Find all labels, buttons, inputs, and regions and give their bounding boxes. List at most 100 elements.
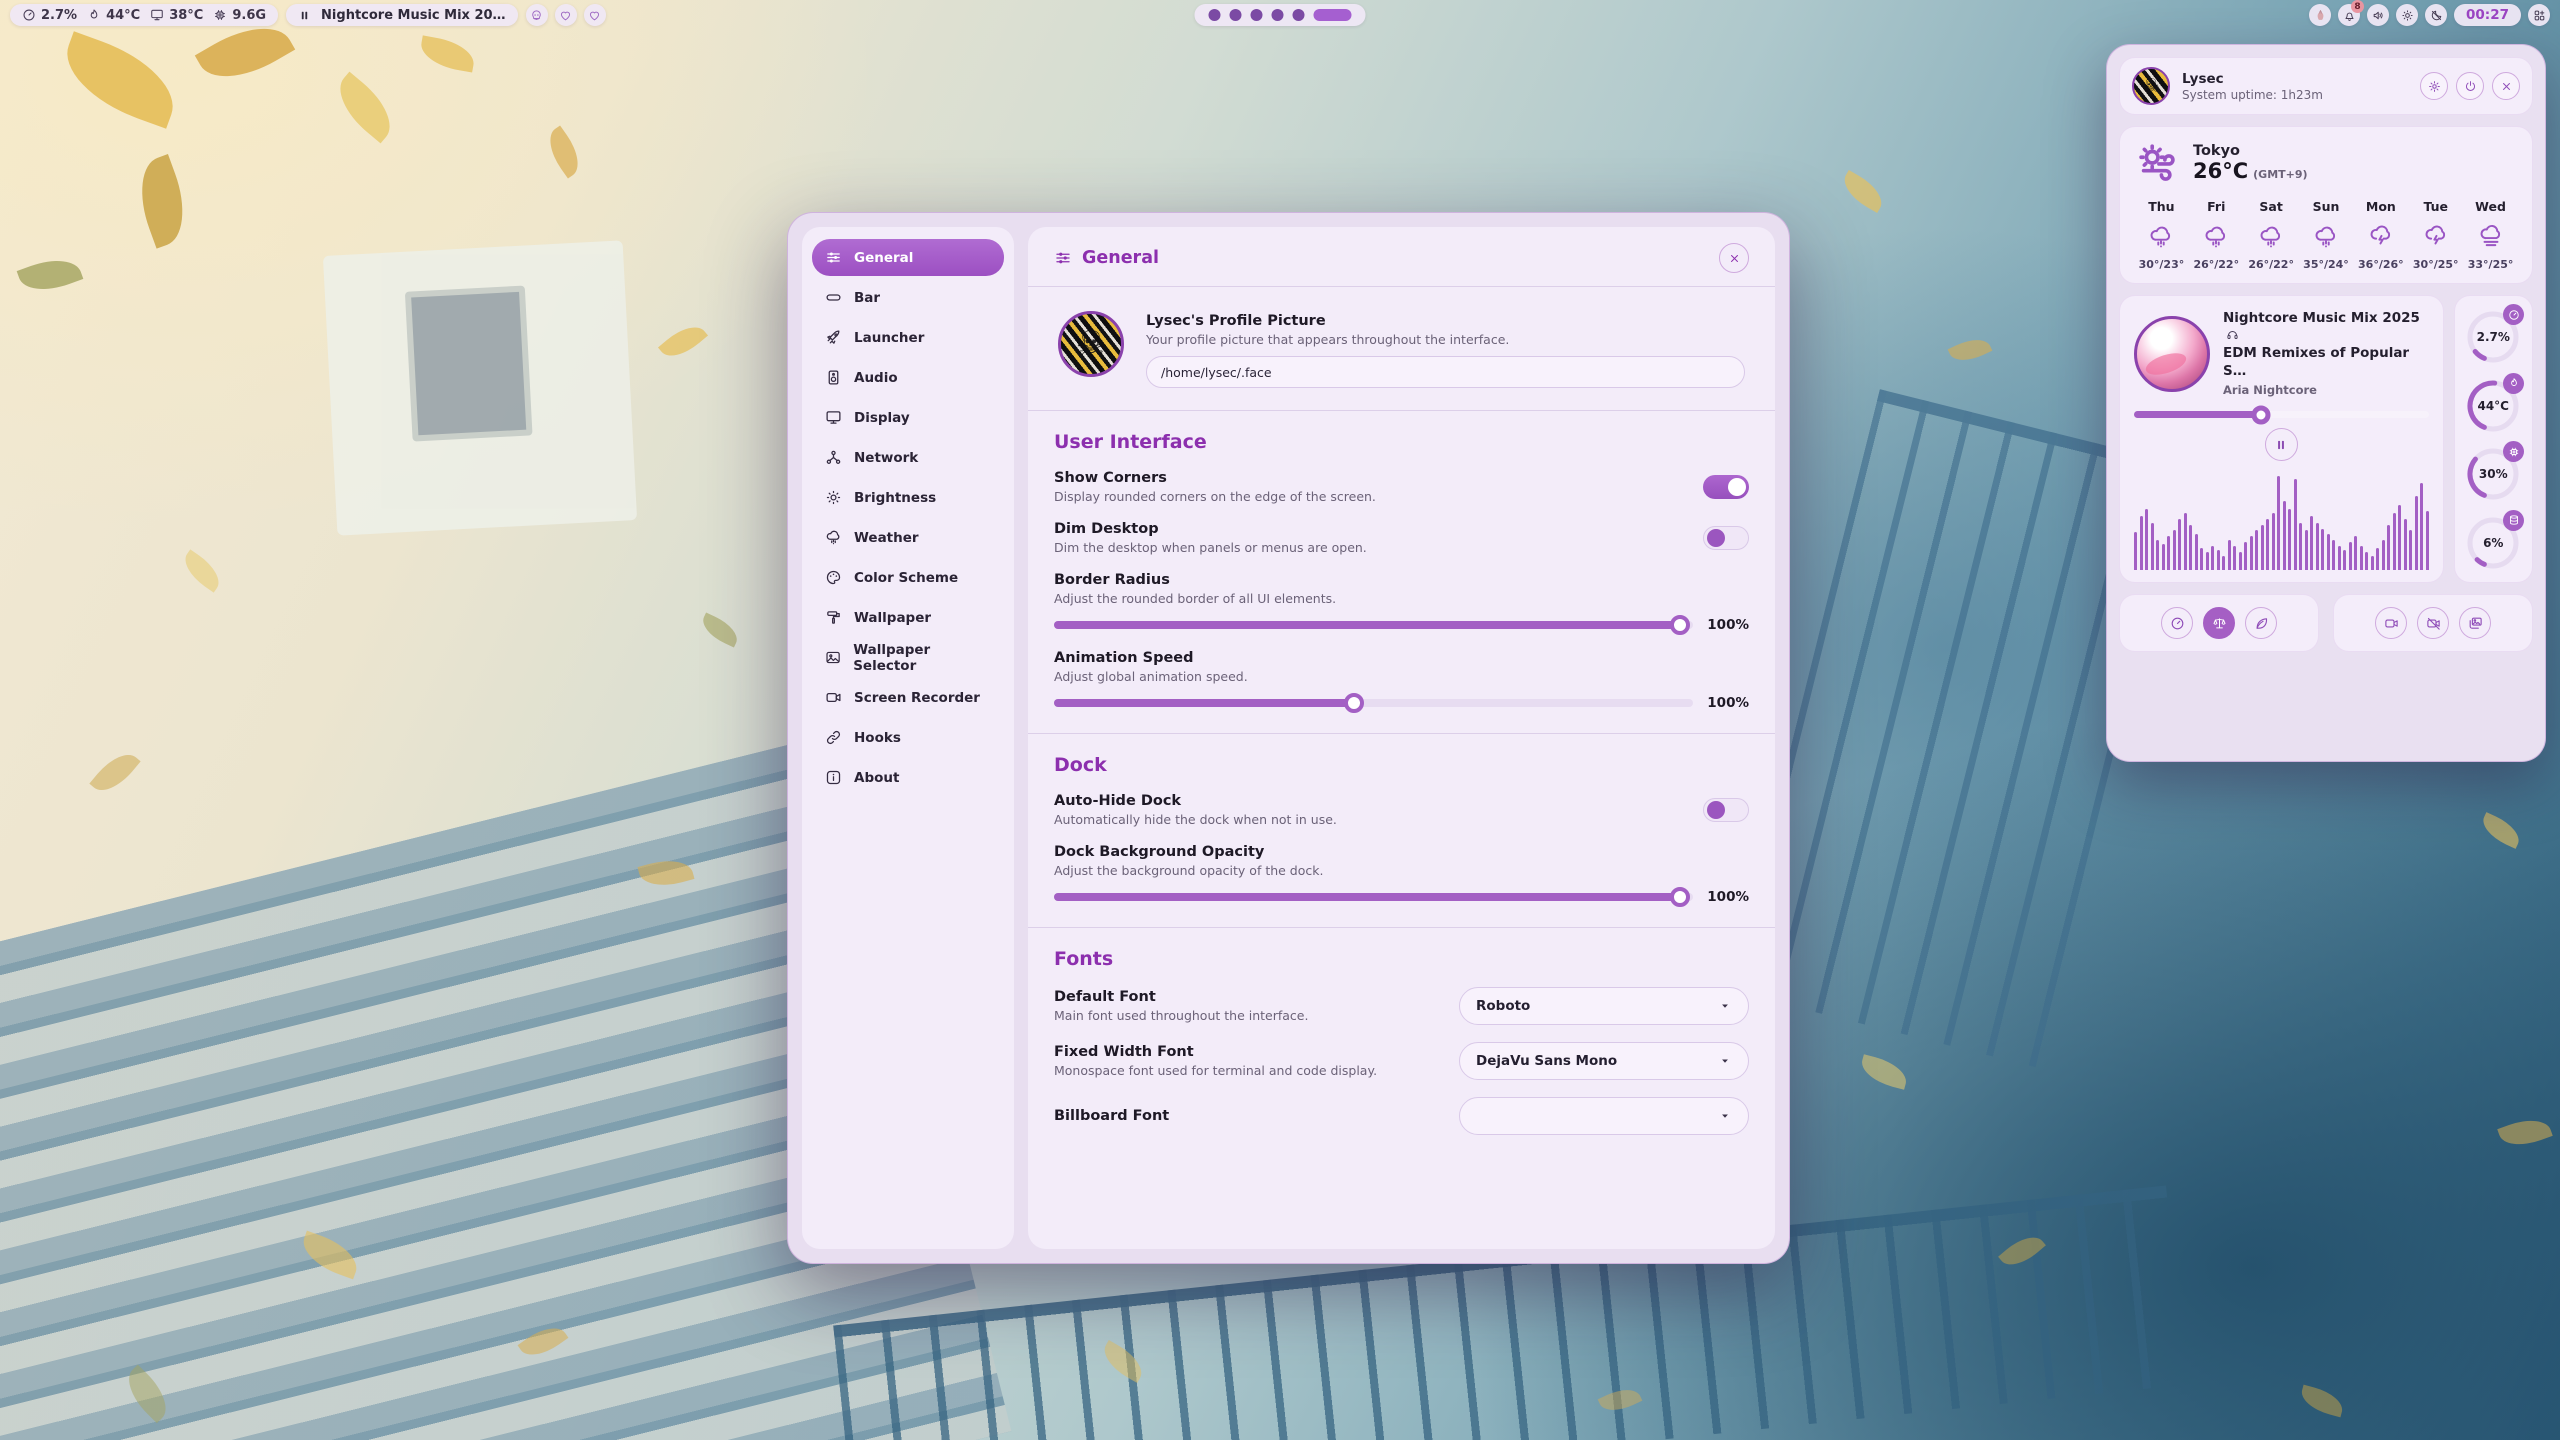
wallpaper-leaf [658, 318, 708, 365]
visualizer-bar [2409, 530, 2412, 570]
setting-label: Dim Desktop [1054, 521, 1703, 537]
visualizer-bar [2404, 519, 2407, 570]
sidebar-item-display[interactable]: Display [812, 399, 1004, 436]
toggle-knob [1728, 478, 1746, 496]
dashboard-button[interactable] [2528, 4, 2550, 26]
notifications-button[interactable]: 8 [2338, 4, 2360, 26]
visualizer-bar [2228, 540, 2231, 570]
wallpaper-leaf [327, 72, 403, 144]
visualizer-bar [2255, 530, 2258, 570]
settings-main: General ☠ Lysec's Profile Picture Your p… [1028, 227, 1775, 1249]
visualizer-bar [2145, 509, 2148, 570]
sidebar-item-bar[interactable]: Bar [812, 279, 1004, 316]
power-profile-leaf-button[interactable] [2245, 607, 2277, 639]
profile-title: Lysec's Profile Picture [1146, 313, 1745, 329]
profile-description: Your profile picture that appears throug… [1146, 332, 1745, 347]
quick-button-heart[interactable] [584, 4, 606, 26]
power-profile-gauge-button[interactable] [2161, 607, 2193, 639]
slider-knob[interactable] [1344, 693, 1364, 713]
visualizer-bar [2349, 542, 2352, 570]
border-radius-slider[interactable] [1054, 621, 1693, 629]
fixed-width-font-dropdown[interactable]: DejaVu Sans Mono [1459, 1042, 1749, 1080]
media-progress-slider[interactable] [2134, 411, 2429, 418]
forecast-day-sun: Sun 35°/24° [2299, 199, 2354, 271]
gear-icon [2428, 80, 2441, 93]
user-gear-button[interactable] [2420, 72, 2448, 100]
close-button[interactable] [1719, 243, 1749, 273]
flame-icon [2503, 373, 2524, 394]
profile-avatar[interactable]: ☠ [1058, 311, 1124, 377]
workspace-dot[interactable] [1272, 9, 1284, 21]
leaf-icon [2254, 616, 2269, 631]
sidebar-item-wallpaper-selector[interactable]: Wallpaper Selector [812, 639, 1004, 676]
billboard-font-dropdown[interactable] [1459, 1097, 1749, 1135]
workspaces-indicator[interactable] [1195, 4, 1366, 26]
dim-desktop-toggle[interactable] [1703, 526, 1749, 550]
pause-button[interactable] [2265, 428, 2298, 461]
slider-knob[interactable] [1670, 615, 1690, 635]
sidebar-item-weather[interactable]: Weather [812, 519, 1004, 556]
sidebar-item-launcher[interactable]: Launcher [812, 319, 1004, 356]
capture-camera-off-button[interactable] [2417, 607, 2449, 639]
quick-button-heart[interactable] [555, 4, 577, 26]
cloud-rain-icon [2258, 224, 2284, 250]
animation-speed-slider[interactable] [1054, 699, 1693, 707]
dock-background-opacity-slider[interactable] [1054, 893, 1693, 901]
capture-images-button[interactable] [2459, 607, 2491, 639]
video-icon [825, 689, 842, 706]
sidebar-item-wallpaper[interactable]: Wallpaper [812, 599, 1004, 636]
capture-video-button[interactable] [2375, 607, 2407, 639]
settings-sidebar: General Bar Launcher Audio Display Netwo… [802, 227, 1014, 1249]
gauge-chip: 30% [2464, 443, 2522, 503]
capture-card [2333, 594, 2533, 652]
setting-label: Dock Background Opacity [1054, 844, 1749, 860]
sidebar-item-audio[interactable]: Audio [812, 359, 1004, 396]
visualizer-bar [2233, 546, 2236, 570]
power-icon [2464, 80, 2477, 93]
workspace-dot[interactable] [1209, 9, 1221, 21]
info-icon [825, 769, 842, 786]
workspace-dot[interactable] [1251, 9, 1263, 21]
sidebar-item-about[interactable]: About [812, 759, 1004, 796]
notification-badge: 8 [2351, 0, 2364, 13]
sidebar-item-network[interactable]: Network [812, 439, 1004, 476]
quick-button-skull[interactable] [526, 4, 548, 26]
user-close-button[interactable] [2492, 72, 2520, 100]
show-corners-toggle[interactable] [1703, 475, 1749, 499]
media-progress-knob[interactable] [2251, 405, 2270, 424]
media-artist: Aria Nightcore [2223, 383, 2429, 397]
volume-button[interactable] [2367, 4, 2389, 26]
visualizer-bar [2167, 536, 2170, 570]
sidebar-item-hooks[interactable]: Hooks [812, 719, 1004, 756]
disk-icon [2508, 514, 2520, 526]
user-power-button[interactable] [2456, 72, 2484, 100]
tray-app-icon[interactable] [2309, 4, 2331, 26]
visualizer-bar [2189, 525, 2192, 570]
workspace-dot[interactable] [1293, 9, 1305, 21]
slider-value: 100% [1693, 889, 1749, 905]
setting-description: Dim the desktop when panels or menus are… [1054, 540, 1703, 555]
image-icon [825, 649, 841, 666]
media-pill[interactable]: Nightcore Music Mix 20… [286, 4, 518, 26]
cloud-lightning-icon [2368, 224, 2394, 250]
visualizer-bar [2343, 550, 2346, 570]
slider-knob[interactable] [1670, 887, 1690, 907]
auto-hide-dock-toggle[interactable] [1703, 798, 1749, 822]
wallpaper-leaf [2497, 1112, 2553, 1153]
system-stats-pill: 2.7%44°C38°C9.6G [10, 4, 278, 26]
profile-path-input[interactable] [1146, 356, 1745, 388]
monitor-icon [150, 8, 164, 22]
workspace-active[interactable] [1314, 9, 1352, 21]
sidebar-item-color-scheme[interactable]: Color Scheme [812, 559, 1004, 596]
tray-glyph-icon [2314, 9, 2327, 22]
clock[interactable]: 00:27 [2454, 4, 2521, 26]
grid-plus-icon [2533, 9, 2546, 22]
sidebar-item-general[interactable]: General [812, 239, 1004, 276]
sidebar-item-screen-recorder[interactable]: Screen Recorder [812, 679, 1004, 716]
default-font-dropdown[interactable]: Roboto [1459, 987, 1749, 1025]
power-profile-scales-button[interactable] [2203, 607, 2235, 639]
workspace-dot[interactable] [1230, 9, 1242, 21]
sidebar-item-brightness[interactable]: Brightness [812, 479, 1004, 516]
night-light-button[interactable] [2425, 4, 2447, 26]
brightness-button[interactable] [2396, 4, 2418, 26]
